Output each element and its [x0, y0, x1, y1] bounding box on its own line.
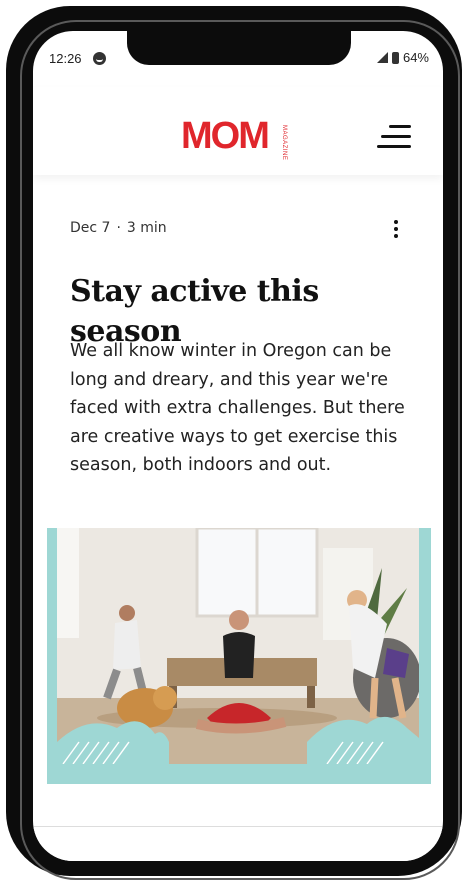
battery-percent: 64%	[402, 50, 429, 65]
logo-subtext: MAGAZINE	[281, 125, 287, 161]
screen: 12:26 64% MOM MAGAZINE Dec 7 · 3 min Stay …	[33, 31, 443, 861]
yoga-photo	[57, 528, 419, 764]
post-excerpt: We all know winter in Oregon can be long…	[70, 341, 405, 475]
signal-icon	[376, 52, 388, 63]
hamburger-menu-icon	[389, 125, 411, 128]
photo-illustration	[57, 528, 419, 764]
logo[interactable]: MOM	[181, 117, 270, 155]
post-cover-image[interactable]	[47, 528, 431, 784]
post-read-time: 3 min	[126, 220, 167, 236]
battery-icon	[391, 51, 399, 64]
menu-button[interactable]	[377, 125, 411, 153]
notch	[127, 31, 351, 65]
post-date: Dec 7	[70, 220, 111, 236]
more-options-button[interactable]	[391, 218, 401, 240]
status-right: 64%	[376, 50, 429, 65]
site-header: MOM MAGAZINE	[33, 87, 443, 175]
post-meta: Dec 7 · 3 min	[70, 220, 167, 236]
more-vertical-icon	[394, 220, 398, 224]
meta-separator: ·	[116, 220, 121, 236]
messenger-icon	[93, 52, 106, 65]
status-time: 12:26	[49, 51, 82, 66]
bottom-toolbar	[33, 826, 443, 861]
